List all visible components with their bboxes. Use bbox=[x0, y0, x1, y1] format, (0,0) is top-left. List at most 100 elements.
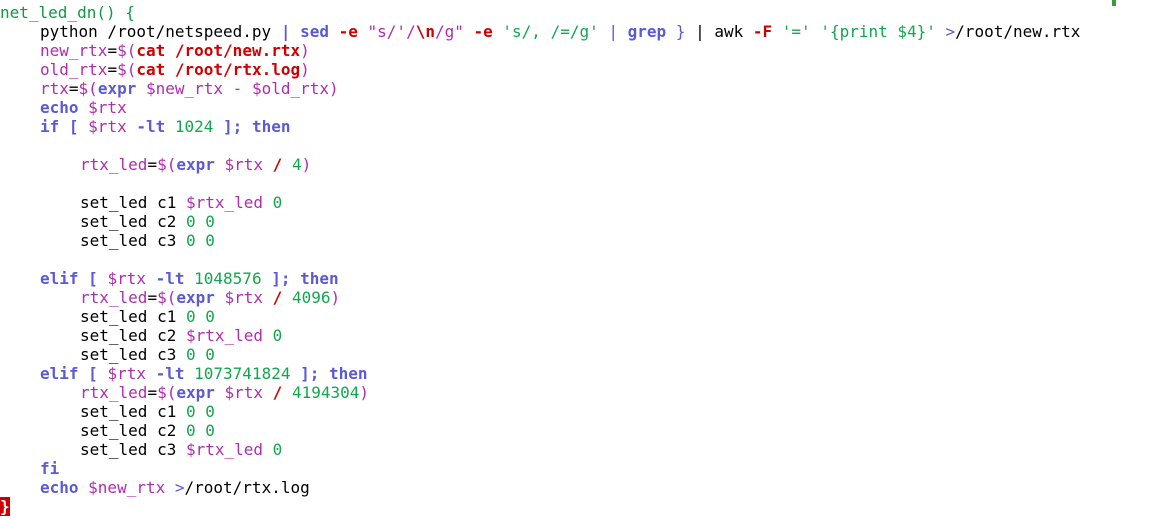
code-token: rtx_led bbox=[80, 155, 148, 174]
code-line: set_led c1 0 0 bbox=[0, 402, 215, 421]
code-token: $( bbox=[157, 288, 177, 307]
code-token: elif [ bbox=[40, 269, 108, 288]
code-token: = bbox=[147, 288, 158, 307]
code-token: 0 bbox=[263, 440, 283, 459]
code-token: set_led c1 bbox=[80, 402, 186, 421]
code-token: 's/, /=/g' bbox=[502, 22, 599, 41]
code-token: / bbox=[272, 288, 283, 307]
code-line: set_led c2 0 0 bbox=[0, 212, 215, 231]
code-token: = bbox=[107, 41, 118, 60]
code-token: expr bbox=[176, 383, 215, 402]
code-token: rtx_led bbox=[80, 288, 148, 307]
code-token: -lt bbox=[145, 364, 195, 383]
code-token: $( bbox=[157, 383, 177, 402]
code-token: rtx bbox=[40, 79, 69, 98]
code-token: ) bbox=[359, 383, 370, 402]
code-token: 1073741824 bbox=[194, 364, 291, 383]
code-token: $rtx bbox=[214, 288, 273, 307]
code-token: = bbox=[107, 60, 118, 79]
code-editor[interactable]: net_led_dn() {python /root/netspeed.py |… bbox=[0, 0, 1154, 520]
code-line: set_led c3 $rtx_led 0 bbox=[0, 440, 282, 459]
code-token: 4194304 bbox=[282, 383, 360, 402]
code-token: $rtx bbox=[107, 364, 146, 383]
code-token: $rtx_led bbox=[185, 440, 264, 459]
code-token: > bbox=[165, 478, 185, 497]
code-token: /root/rtx.log bbox=[165, 60, 301, 79]
code-token: '{print $4}' bbox=[820, 22, 936, 41]
code-token: \n bbox=[415, 22, 435, 41]
code-line: echo $new_rtx >/root/rtx.log bbox=[0, 478, 310, 497]
code-token: new_rtx bbox=[40, 41, 108, 60]
code-token: = bbox=[147, 155, 158, 174]
code-token: ) bbox=[330, 288, 341, 307]
code-token: $rtx_led bbox=[185, 193, 264, 212]
code-token: cat bbox=[136, 41, 166, 60]
code-token: $rtx bbox=[78, 98, 127, 117]
code-line: set_led c1 $rtx_led 0 bbox=[0, 193, 282, 212]
code-token: $rtx bbox=[214, 155, 273, 174]
code-token: '=' bbox=[772, 22, 821, 41]
code-token: set_led c1 bbox=[80, 307, 186, 326]
code-token: set_led c3 bbox=[80, 440, 186, 459]
code-token: 1024 bbox=[174, 117, 214, 136]
code-token: 0 0 bbox=[185, 421, 215, 440]
code-token: python /root/netspeed.py bbox=[40, 22, 281, 41]
code-line: set_led c2 $rtx_led 0 bbox=[0, 326, 282, 345]
code-token: ]; then bbox=[261, 269, 339, 288]
code-line: net_led_dn() { bbox=[0, 3, 135, 22]
code-token: / bbox=[272, 383, 283, 402]
code-token: if [ bbox=[40, 117, 89, 136]
code-token: ]; then bbox=[290, 364, 368, 383]
code-token: set_led c1 bbox=[80, 193, 186, 212]
code-token: $new_rtx bbox=[78, 478, 166, 497]
code-token: $rtx bbox=[214, 383, 273, 402]
scroll-indicator bbox=[1112, 0, 1116, 6]
code-token: "s/'/ bbox=[367, 22, 416, 41]
code-token: net_led_dn() { bbox=[0, 3, 135, 22]
code-token: / bbox=[272, 155, 283, 174]
code-token: expr bbox=[97, 79, 137, 98]
code-line: } bbox=[0, 497, 10, 516]
code-token: expr bbox=[176, 288, 215, 307]
code-token: old_rtx bbox=[40, 60, 108, 79]
code-line: set_led c1 0 0 bbox=[0, 307, 215, 326]
code-token: set_led c2 bbox=[80, 326, 186, 345]
code-line: elif [ $rtx -lt 1073741824 ]; then bbox=[0, 364, 368, 383]
code-token: echo bbox=[40, 478, 79, 497]
code-token: 0 bbox=[263, 326, 283, 345]
code-token: cat bbox=[136, 60, 166, 79]
code-token: 0 0 bbox=[185, 231, 215, 250]
code-token: ]; then bbox=[213, 117, 291, 136]
code-line: set_led c3 0 0 bbox=[0, 231, 215, 250]
code-token: grep bbox=[627, 22, 667, 41]
code-token: | awk bbox=[695, 22, 753, 41]
code-line: rtx=$(expr $new_rtx - $old_rtx) bbox=[0, 79, 339, 98]
code-token: set_led c3 bbox=[80, 231, 186, 250]
code-token: $( bbox=[78, 79, 98, 98]
code-token: 0 0 bbox=[185, 402, 215, 421]
code-token: -e bbox=[463, 22, 503, 41]
code-token: 4096 bbox=[282, 288, 331, 307]
code-token: set_led c3 bbox=[80, 345, 186, 364]
code-token: -e bbox=[329, 22, 368, 41]
code-line: echo $rtx bbox=[0, 98, 127, 117]
code-token: 0 0 bbox=[185, 307, 215, 326]
code-token: | bbox=[280, 22, 301, 41]
code-line: new_rtx=$(cat /root/new.rtx) bbox=[0, 41, 310, 60]
code-line: set_led c3 0 0 bbox=[0, 345, 215, 364]
code-token: sed bbox=[300, 22, 329, 41]
code-token: fi bbox=[40, 459, 60, 478]
code-line: old_rtx=$(cat /root/rtx.log) bbox=[0, 60, 310, 79]
code-token: -lt bbox=[126, 117, 175, 136]
code-line: python /root/netspeed.py | sed -e "s/'/\… bbox=[0, 22, 1080, 41]
code-token: 0 0 bbox=[185, 345, 215, 364]
code-token: echo bbox=[40, 98, 79, 117]
code-token: 0 0 bbox=[185, 212, 215, 231]
code-token: $new_rtx - $old_rtx) bbox=[136, 79, 339, 98]
code-line: fi bbox=[0, 459, 59, 478]
code-token: } bbox=[666, 22, 696, 41]
code-token: ) bbox=[300, 60, 310, 79]
code-token: | bbox=[598, 22, 628, 41]
code-token: 0 bbox=[263, 193, 283, 212]
code-token: 1048576 bbox=[194, 269, 262, 288]
